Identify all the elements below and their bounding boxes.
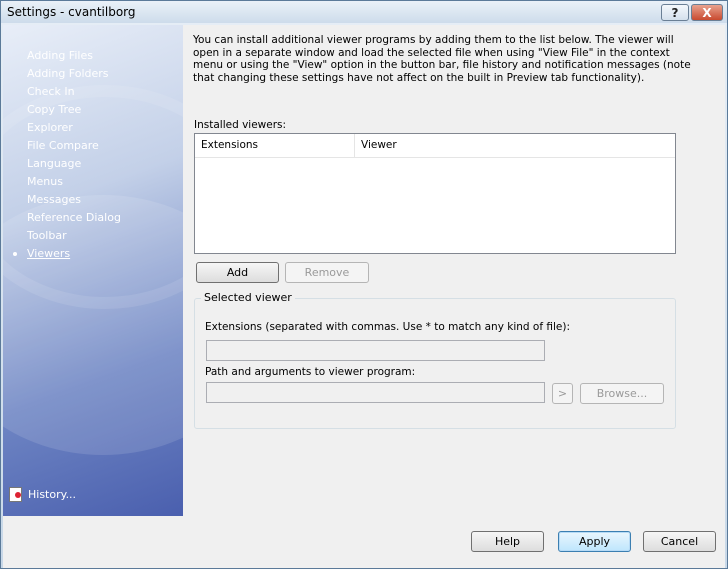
sidebar-item-check-in[interactable]: Check In xyxy=(27,83,121,101)
history-label: History... xyxy=(28,488,77,501)
sidebar-item-file-compare[interactable]: File Compare xyxy=(27,137,121,155)
sidebar-item-explorer[interactable]: Explorer xyxy=(27,119,121,137)
browse-button[interactable]: Browse... xyxy=(580,383,664,404)
settings-sidebar: Adding Files Adding Folders Check In Cop… xyxy=(3,25,183,516)
list-header: Extensions Viewer xyxy=(195,134,675,158)
installed-viewers-label: Installed viewers: xyxy=(194,119,287,131)
sidebar-item-reference-dialog[interactable]: Reference Dialog xyxy=(27,209,121,227)
extensions-field[interactable] xyxy=(206,340,545,361)
apply-button[interactable]: Apply xyxy=(558,531,631,552)
viewers-panel: You can install additional viewer progra… xyxy=(183,25,725,516)
viewers-description: You can install additional viewer progra… xyxy=(193,34,691,84)
help-icon[interactable]: ? xyxy=(661,4,689,21)
sidebar-item-adding-folders[interactable]: Adding Folders xyxy=(27,65,121,83)
path-label: Path and arguments to viewer program: xyxy=(205,366,416,378)
settings-window: Settings - cvantilborg ? X Adding Files … xyxy=(0,0,728,569)
extensions-label: Extensions (separated with commas. Use *… xyxy=(205,321,571,333)
history-icon xyxy=(9,487,22,502)
history-link[interactable]: History... xyxy=(9,487,76,502)
sidebar-item-adding-files[interactable]: Adding Files xyxy=(27,47,121,65)
cancel-button[interactable]: Cancel xyxy=(643,531,716,552)
sidebar-item-viewers[interactable]: Viewers xyxy=(13,245,121,263)
sidebar-item-copy-tree[interactable]: Copy Tree xyxy=(27,101,121,119)
column-header-extensions[interactable]: Extensions xyxy=(195,134,355,157)
dialog-footer: Help Apply Cancel xyxy=(3,516,725,568)
column-header-viewer[interactable]: Viewer xyxy=(355,134,675,157)
dialog-client: Adding Files Adding Folders Check In Cop… xyxy=(3,25,725,568)
path-arrow-button[interactable]: > xyxy=(552,383,573,404)
close-icon[interactable]: X xyxy=(691,4,723,21)
sidebar-item-language[interactable]: Language xyxy=(27,155,121,173)
installed-viewers-list[interactable]: Extensions Viewer xyxy=(194,133,676,254)
add-button[interactable]: Add xyxy=(196,262,279,283)
path-field[interactable] xyxy=(206,382,545,403)
selected-viewer-group: Selected viewer Extensions (separated wi… xyxy=(194,291,676,429)
selected-viewer-title: Selected viewer xyxy=(201,291,295,304)
title-bar[interactable]: Settings - cvantilborg ? X xyxy=(1,1,727,23)
help-button[interactable]: Help xyxy=(471,531,544,552)
sidebar-item-menus[interactable]: Menus xyxy=(27,173,121,191)
sidebar-item-messages[interactable]: Messages xyxy=(27,191,121,209)
sidebar-item-toolbar[interactable]: Toolbar xyxy=(27,227,121,245)
remove-button[interactable]: Remove xyxy=(285,262,369,283)
sidebar-nav: Adding Files Adding Folders Check In Cop… xyxy=(13,47,121,263)
window-title: Settings - cvantilborg xyxy=(7,5,136,19)
